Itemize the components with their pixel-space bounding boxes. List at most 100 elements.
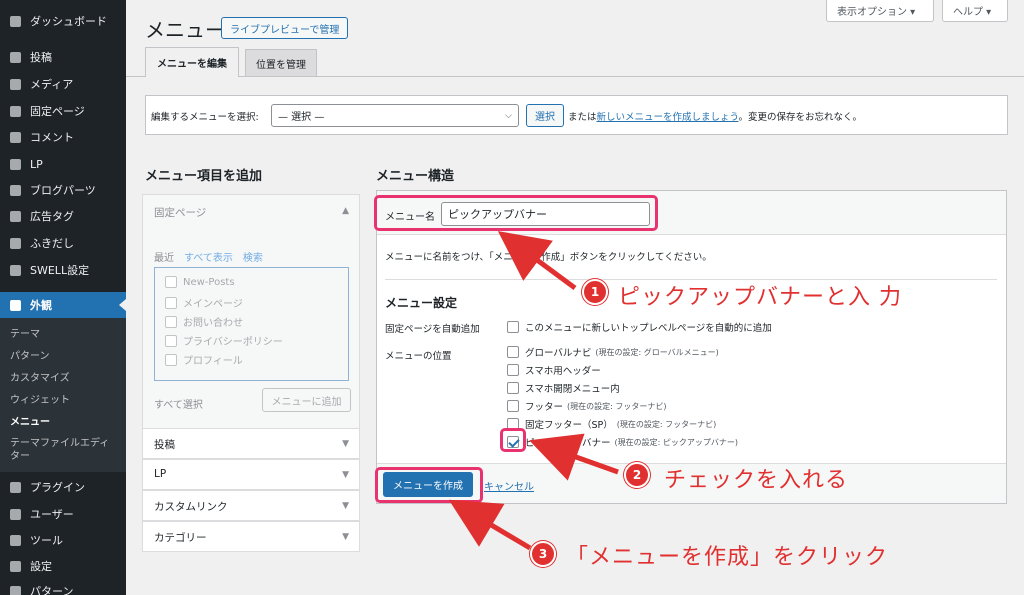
sidebar-item-label: プラグイン bbox=[30, 481, 85, 494]
sidebar-item-settings[interactable]: 設定 bbox=[0, 553, 126, 579]
tab-search[interactable]: 検索 bbox=[243, 253, 263, 264]
tab-divider bbox=[126, 76, 1024, 77]
option-note: (現在の設定: フッターナビ) bbox=[567, 401, 667, 411]
sidebar-item-label: パターン bbox=[30, 585, 74, 595]
list-item[interactable]: New-Posts bbox=[165, 276, 235, 288]
sidebar-item-lp[interactable]: LP bbox=[0, 151, 126, 177]
bubble-icon bbox=[8, 237, 22, 249]
option-label: グローバルナビ bbox=[525, 348, 592, 359]
sidebar-item-blog-parts[interactable]: ブログパーツ bbox=[0, 177, 126, 203]
location-option-sp-drawer[interactable]: スマホ開閉メニュー内 bbox=[507, 381, 620, 395]
location-option-fixed-footer-sp[interactable]: 固定フッター（SP） (現在の設定: フッターナビ) bbox=[507, 417, 716, 431]
help-button[interactable]: ヘルプ ▾ bbox=[942, 0, 1008, 22]
sidebar-item-dashboard[interactable]: ダッシュボード bbox=[0, 8, 126, 34]
submenu-item-widgets[interactable]: ウィジェット bbox=[10, 394, 122, 407]
submenu-item-menus[interactable]: メニュー bbox=[10, 416, 122, 429]
arrow-3 bbox=[448, 499, 532, 551]
sidebar-item-balloons[interactable]: ふきだし bbox=[0, 230, 126, 256]
checkbox[interactable] bbox=[165, 334, 177, 347]
sidebar-item-users[interactable]: ユーザー bbox=[0, 501, 126, 527]
checkbox[interactable] bbox=[165, 353, 177, 366]
wrench-icon bbox=[8, 534, 22, 546]
option-label: 固定フッター（SP） bbox=[525, 420, 613, 431]
categories-accordion[interactable]: カテゴリー ▼ bbox=[142, 521, 360, 552]
create-new-menu-link[interactable]: 新しいメニューを作成しましょう bbox=[597, 112, 739, 123]
list-item-label: プライバシーポリシー bbox=[183, 337, 283, 348]
step-badge-3: 3 bbox=[530, 541, 556, 567]
list-item-label: メインページ bbox=[183, 299, 243, 310]
live-preview-button[interactable]: ライブプレビューで管理 bbox=[221, 17, 349, 39]
tab-edit-menus[interactable]: メニューを編集 bbox=[145, 47, 239, 77]
page-icon bbox=[8, 105, 22, 117]
submenu-item-customize[interactable]: カスタマイズ bbox=[10, 372, 122, 385]
option-label: フッター bbox=[525, 402, 564, 413]
option-label: スマホ用ヘッダー bbox=[525, 366, 601, 377]
checkbox[interactable] bbox=[165, 276, 177, 288]
select-all-link[interactable]: すべて選択 bbox=[154, 396, 203, 411]
pages-accordion-title[interactable]: 固定ページ bbox=[154, 205, 206, 220]
menu-select-dropdown[interactable]: — 選択 — ⌵ bbox=[271, 104, 519, 127]
sidebar-item-label: 設定 bbox=[30, 560, 52, 573]
list-item[interactable]: プロフィール bbox=[165, 352, 243, 367]
highlight-create-button bbox=[375, 467, 483, 503]
sidebar-item-swell-settings[interactable]: SWELL設定 bbox=[0, 257, 126, 283]
location-option-sp-header[interactable]: スマホ用ヘッダー bbox=[507, 363, 601, 377]
pattern-icon bbox=[8, 585, 22, 595]
tab-recent[interactable]: 最近 bbox=[154, 253, 174, 264]
appearance-submenu: テーマ パターン カスタマイズ ウィジェット メニュー テーマファイルエディター bbox=[0, 318, 126, 472]
location-checkbox[interactable] bbox=[507, 346, 519, 358]
step-annotation-2: チェックを入れる bbox=[664, 468, 849, 493]
submenu-item-theme-file-editor[interactable]: テーマファイルエディター bbox=[10, 437, 110, 463]
menu-location-label: メニューの位置 bbox=[385, 351, 452, 362]
sidebar-item-label: 投稿 bbox=[30, 51, 52, 64]
lp-accordion[interactable]: LP ▼ bbox=[142, 459, 360, 490]
chevron-up-icon[interactable]: ▲ bbox=[342, 206, 349, 216]
dashboard-icon bbox=[8, 15, 22, 27]
media-icon bbox=[8, 78, 22, 90]
cancel-link[interactable]: キャンセル bbox=[484, 478, 534, 493]
brush-icon bbox=[8, 299, 22, 311]
sidebar-item-comments[interactable]: コメント bbox=[0, 124, 126, 150]
sidebar-item-media[interactable]: メディア bbox=[0, 71, 126, 97]
sidebar-item-patterns[interactable]: パターン bbox=[0, 578, 126, 595]
posts-accordion[interactable]: 投稿 ▼ bbox=[142, 428, 360, 459]
add-to-menu-button[interactable]: メニューに追加 bbox=[262, 388, 351, 412]
checkbox[interactable] bbox=[165, 315, 177, 328]
accordion-title: 投稿 bbox=[154, 439, 175, 451]
location-option-global-nav[interactable]: グローバルナビ (現在の設定: グローバルメニュー) bbox=[507, 345, 719, 359]
screen-options-button[interactable]: 表示オプション ▾ bbox=[826, 0, 934, 22]
checkbox[interactable] bbox=[165, 296, 177, 309]
sidebar-item-tools[interactable]: ツール bbox=[0, 527, 126, 553]
location-option-pickup-banner[interactable]: ピックアップバナー (現在の設定: ピックアップバナー) bbox=[507, 435, 738, 449]
sidebar-item-ad-tags[interactable]: 広告タグ bbox=[0, 203, 126, 229]
list-item[interactable]: お問い合わせ bbox=[165, 314, 243, 329]
sidebar-item-plugins[interactable]: プラグイン bbox=[0, 474, 126, 500]
pages-tabs: 最近 すべて表示 検索 bbox=[154, 249, 273, 264]
admin-sidebar: ダッシュボード 投稿 メディア 固定ページ コメント LP ブログパーツ 広告タ… bbox=[0, 0, 126, 595]
tab-manage-locations[interactable]: 位置を管理 bbox=[245, 49, 317, 76]
option-note: (現在の設定: フッターナビ) bbox=[616, 419, 717, 429]
location-option-footer[interactable]: フッター (現在の設定: フッターナビ) bbox=[507, 399, 667, 413]
location-checkbox[interactable] bbox=[507, 364, 519, 376]
sidebar-item-pages[interactable]: 固定ページ bbox=[0, 98, 126, 124]
auto-add-option[interactable]: このメニューに新しいトップレベルページを自動的に追加 bbox=[507, 320, 772, 334]
sidebar-item-appearance[interactable]: 外観 bbox=[0, 292, 126, 318]
list-item[interactable]: メインページ bbox=[165, 295, 243, 310]
submenu-item-patterns[interactable]: パターン bbox=[10, 350, 122, 363]
submenu-item-themes[interactable]: テーマ bbox=[10, 328, 122, 341]
step-annotation-3: 「メニューを作成」をクリック bbox=[566, 545, 889, 570]
sidebar-item-label: 外観 bbox=[30, 299, 52, 312]
tab-view-all[interactable]: すべて表示 bbox=[184, 253, 233, 264]
location-checkbox[interactable] bbox=[507, 400, 519, 412]
location-checkbox[interactable] bbox=[507, 382, 519, 394]
sidebar-item-label: LP bbox=[30, 157, 43, 171]
list-item[interactable]: プライバシーポリシー bbox=[165, 333, 283, 348]
auto-add-checkbox[interactable] bbox=[507, 321, 519, 333]
note-prefix: または bbox=[568, 112, 597, 123]
sidebar-item-label: 広告タグ bbox=[30, 210, 74, 223]
sidebar-item-posts[interactable]: 投稿 bbox=[0, 44, 126, 70]
pin-icon bbox=[8, 51, 22, 63]
select-button[interactable]: 選択 bbox=[526, 104, 564, 127]
chevron-down-icon: ▼ bbox=[342, 532, 349, 542]
custom-links-accordion[interactable]: カスタムリンク ▼ bbox=[142, 490, 360, 521]
